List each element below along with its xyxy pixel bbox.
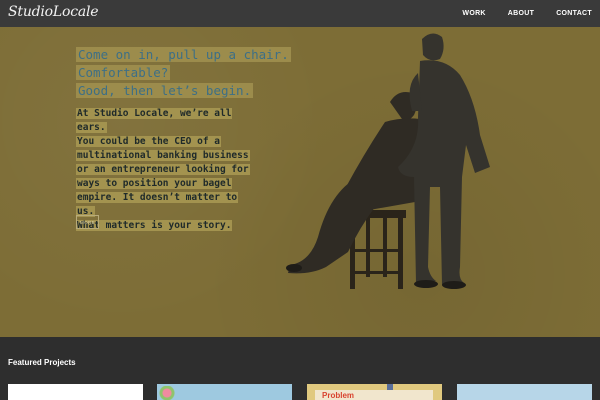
nav-about[interactable]: ABOUT xyxy=(508,10,534,17)
project-thumbnail[interactable] xyxy=(157,384,292,400)
body-line: ways to position your bagel xyxy=(76,178,233,189)
thumbnail-card: Problem xyxy=(315,390,433,400)
more-button[interactable]: MORE xyxy=(76,215,99,229)
body-line: or an entrepreneur looking for xyxy=(76,164,250,175)
featured-title: Featured Projects xyxy=(8,358,76,367)
site-header: StudioLocale WORK ABOUT CONTACT xyxy=(0,0,600,27)
flower-decoration-icon xyxy=(157,386,177,400)
nav-work[interactable]: WORK xyxy=(462,10,485,17)
featured-projects: Featured Projects Problem xyxy=(0,337,600,400)
body-line: You could be the CEO of a xyxy=(76,136,221,147)
project-thumbnail[interactable]: Problem xyxy=(307,384,442,400)
site-logo[interactable]: StudioLocale xyxy=(8,4,99,20)
body-line: multinational banking business xyxy=(76,150,250,161)
thumbnail-text: Problem xyxy=(322,391,355,400)
body-line: At Studio Locale, we’re all ears. xyxy=(76,108,233,133)
headline-line: Good, then let’s begin. xyxy=(76,83,254,98)
body-line: What matters is your story. xyxy=(76,220,233,231)
hero-headline: Come on in, pull up a chair. Comfortable… xyxy=(76,46,291,100)
hero-section: Come on in, pull up a chair. Comfortable… xyxy=(0,27,600,337)
body-line: empire. It doesn’t matter to us. xyxy=(76,192,239,217)
thumbnail-graphic xyxy=(387,384,393,390)
nav-contact[interactable]: CONTACT xyxy=(556,10,592,17)
main-nav: WORK ABOUT CONTACT xyxy=(440,0,592,27)
project-thumbnail[interactable] xyxy=(457,384,592,400)
project-thumbnail[interactable] xyxy=(8,384,143,400)
vintage-couple-chair-illustration xyxy=(286,33,490,289)
headline-line: Comfortable? xyxy=(76,65,171,80)
headline-line: Come on in, pull up a chair. xyxy=(76,47,291,62)
hero-body-copy: At Studio Locale, we’re all ears. You co… xyxy=(76,107,251,233)
